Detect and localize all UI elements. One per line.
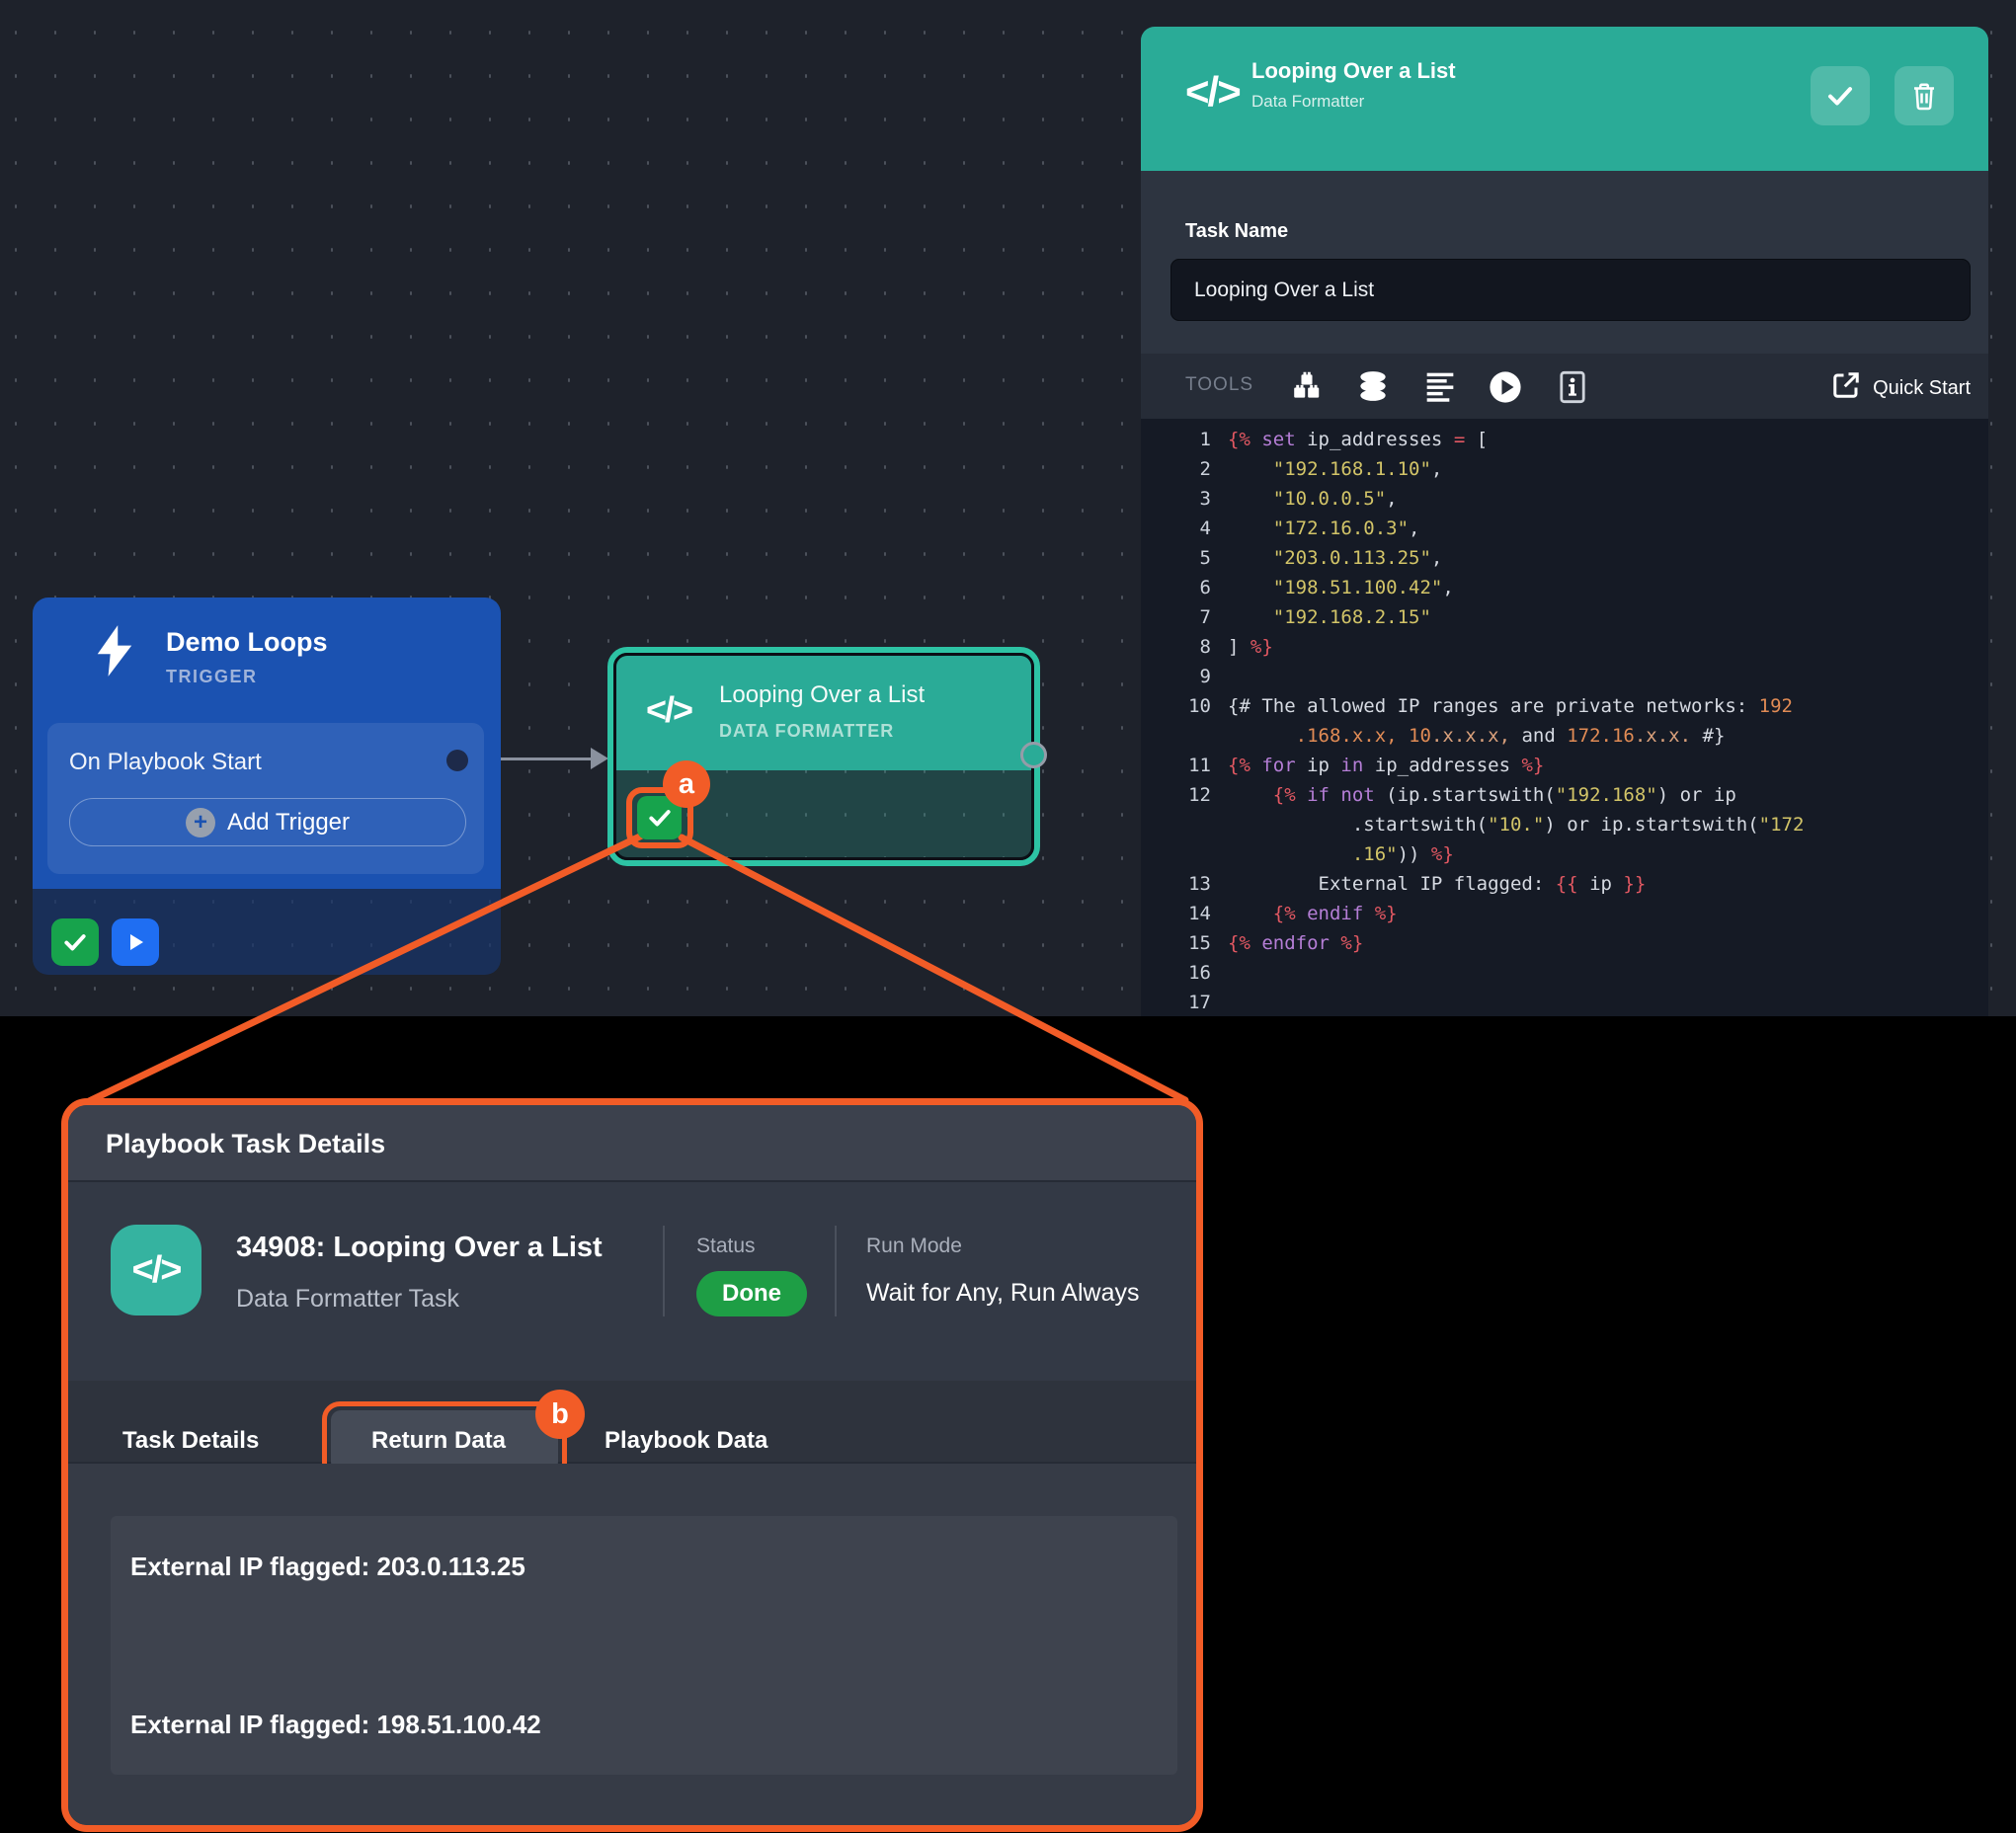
trigger-output-port[interactable] bbox=[446, 750, 468, 771]
add-trigger-label: Add Trigger bbox=[227, 809, 350, 837]
formatter-node-header: </> Looping Over a List DATA FORMATTER bbox=[616, 656, 1031, 770]
details-task-subtitle: Data Formatter Task bbox=[236, 1285, 459, 1314]
formatter-node-type: DATA FORMATTER bbox=[719, 721, 894, 742]
status-value: Done bbox=[722, 1280, 781, 1308]
trigger-node[interactable]: Demo Loops TRIGGER On Playbook Start + A… bbox=[33, 598, 501, 975]
annotation-b-badge: b bbox=[535, 1390, 585, 1439]
external-link-icon bbox=[1831, 370, 1861, 406]
annotation-a-label: a bbox=[679, 768, 694, 801]
details-panel-header: Playbook Task Details bbox=[68, 1105, 1196, 1182]
code-editor[interactable]: 1{% set ip_addresses = [2 "192.168.1.10"… bbox=[1141, 419, 1988, 1016]
database-icon[interactable] bbox=[1356, 370, 1390, 407]
task-panel-title: Looping Over a List bbox=[1251, 58, 1456, 84]
text-lines-icon[interactable] bbox=[1423, 370, 1457, 407]
trigger-run-button[interactable] bbox=[112, 918, 159, 966]
delete-task-button[interactable] bbox=[1895, 66, 1954, 125]
status-label: Status bbox=[696, 1235, 756, 1258]
run-mode-label: Run Mode bbox=[866, 1235, 962, 1258]
task-panel-subtitle: Data Formatter bbox=[1251, 92, 1364, 112]
code-icon: </> bbox=[111, 1225, 202, 1315]
code-icon: </> bbox=[1185, 68, 1240, 116]
tab-playbook-data[interactable]: Playbook Data bbox=[605, 1427, 767, 1455]
quick-start-label: Quick Start bbox=[1873, 377, 1971, 400]
tools-label: TOOLS bbox=[1185, 374, 1253, 396]
trigger-node-type: TRIGGER bbox=[166, 667, 258, 687]
tab-task-details[interactable]: Task Details bbox=[122, 1427, 259, 1455]
file-info-icon[interactable] bbox=[1559, 370, 1586, 409]
code-icon: </> bbox=[646, 689, 691, 731]
tab-return-data[interactable]: Return Data bbox=[371, 1427, 506, 1455]
trigger-item-card[interactable]: On Playbook Start + Add Trigger bbox=[47, 723, 484, 874]
run-mode-value: Wait for Any, Run Always bbox=[866, 1279, 1140, 1308]
task-panel-header: </> Looping Over a List Data Formatter bbox=[1141, 27, 1988, 171]
output-line: External IP flagged: 198.51.100.42 bbox=[130, 1710, 541, 1740]
add-trigger-button[interactable]: + Add Trigger bbox=[69, 798, 466, 846]
trigger-node-body[interactable]: Demo Loops TRIGGER On Playbook Start + A… bbox=[33, 598, 501, 889]
annotation-b-label: b bbox=[551, 1398, 569, 1431]
lightning-bolt-icon bbox=[89, 623, 140, 683]
details-task-title: 34908: Looping Over a List bbox=[236, 1232, 603, 1264]
trigger-node-title: Demo Loops bbox=[166, 627, 328, 658]
quick-start-button[interactable]: Quick Start bbox=[1831, 370, 1971, 406]
blocks-icon[interactable] bbox=[1289, 370, 1325, 407]
connector-arrowhead-icon bbox=[591, 748, 608, 769]
divider bbox=[663, 1226, 665, 1316]
formatter-node-title: Looping Over a List bbox=[719, 681, 925, 709]
playbook-task-details-panel: Playbook Task Details </> 34908: Looping… bbox=[61, 1098, 1203, 1832]
trigger-item-label: On Playbook Start bbox=[69, 749, 262, 776]
status-badge: Done bbox=[696, 1271, 807, 1316]
trigger-validate-button[interactable] bbox=[51, 918, 99, 966]
task-name-value: Looping Over a List bbox=[1194, 279, 1374, 302]
plus-icon: + bbox=[186, 808, 215, 837]
task-name-label: Task Name bbox=[1185, 220, 1288, 243]
formatter-output-port[interactable] bbox=[1020, 742, 1047, 768]
return-data-output-box[interactable]: External IP flagged: 203.0.113.25 Extern… bbox=[111, 1516, 1177, 1775]
output-line: External IP flagged: 203.0.113.25 bbox=[130, 1552, 525, 1582]
app-window: Demo Loops TRIGGER On Playbook Start + A… bbox=[0, 0, 2016, 1833]
details-panel-title: Playbook Task Details bbox=[106, 1129, 385, 1159]
annotation-a-badge: a bbox=[663, 760, 710, 808]
task-name-input[interactable]: Looping Over a List bbox=[1170, 259, 1971, 321]
task-config-panel: </> Looping Over a List Data Formatter T… bbox=[1141, 27, 1988, 1016]
trigger-node-footer bbox=[33, 889, 501, 975]
code-lines: 1{% set ip_addresses = [2 "192.168.1.10"… bbox=[1141, 425, 1988, 1016]
play-circle-icon[interactable] bbox=[1489, 370, 1522, 409]
return-data-content: External IP flagged: 203.0.113.25 Extern… bbox=[68, 1464, 1196, 1825]
tools-toolbar: TOOLS bbox=[1141, 354, 1988, 419]
divider bbox=[835, 1226, 837, 1316]
save-task-button[interactable] bbox=[1811, 66, 1870, 125]
